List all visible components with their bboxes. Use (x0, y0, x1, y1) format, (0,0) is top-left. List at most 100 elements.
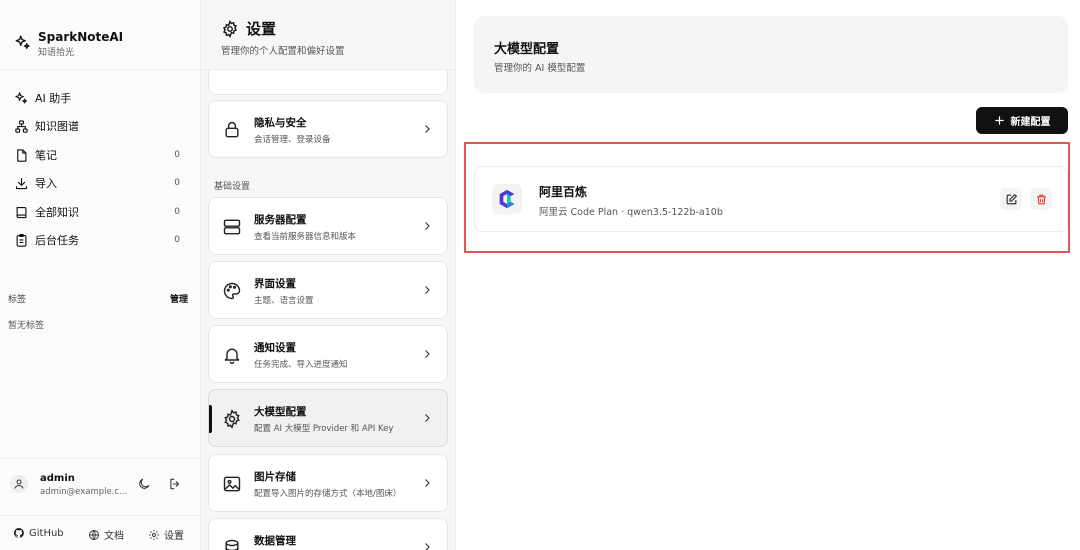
sidebar-item-count: 0 (174, 235, 180, 245)
card-description: 会话管理、登录设备 (254, 135, 331, 145)
new-config-button[interactable]: 新建配置 (976, 107, 1068, 134)
user-name: admin (40, 473, 75, 484)
chevron-right-icon (425, 350, 430, 358)
card-description: 任务完成、导入进度通知 (254, 360, 348, 370)
card-description: 查看当前服务器信息和版本 (254, 232, 357, 242)
sidebar-item-label: AI 助手 (35, 92, 72, 105)
settings-card-image-storage[interactable]: 图片存储 配置导入图片的存储方式（本地/图床） (208, 454, 448, 512)
section-label-basic: 基础设置 (214, 182, 251, 192)
database-icon (225, 539, 239, 550)
sidebar-item-count: 0 (174, 150, 180, 160)
main-content: 大模型配置 管理你的 AI 模型配置 新建配置 阿里百炼 阿里云 Code Pl… (456, 0, 1080, 550)
gear-icon (149, 529, 159, 540)
github-link[interactable]: GitHub (13, 527, 64, 539)
settings-card-server[interactable]: 服务器配置 查看当前服务器信息和版本 (208, 197, 448, 255)
edit-button[interactable] (1000, 188, 1022, 210)
chevron-right-icon (425, 479, 430, 487)
settings-card-notifications[interactable]: 通知设置 任务完成、导入进度通知 (208, 325, 448, 383)
page-header: 大模型配置 管理你的 AI 模型配置 (474, 16, 1068, 93)
sidebar-item-label: 全部知识 (35, 206, 79, 219)
card-title: 界面设置 (254, 278, 296, 290)
user-profile: admin admin@example.c... (0, 458, 200, 510)
tags-empty-text: 暂无标签 (8, 321, 45, 331)
tags-title: 标签 (8, 295, 27, 305)
globe-icon (89, 529, 99, 540)
gear-icon (222, 19, 238, 38)
sidebar-item-ai-assistant[interactable]: AI 助手 (8, 85, 192, 111)
card-description: 配置 AI 大模型 Provider 和 API Key (254, 424, 394, 434)
user-email: admin@example.c... (40, 487, 128, 497)
settings-label: 设置 (164, 531, 184, 542)
brand-title: SparkNoteAI (38, 30, 124, 44)
settings-card-data[interactable]: 数据管理 (208, 518, 448, 550)
moon-icon[interactable] (137, 477, 151, 491)
card-title: 图片存储 (254, 471, 296, 483)
sidebar-item-knowledge-graph[interactable]: 知识图谱 (8, 113, 192, 139)
sidebar-footer: GitHub 文档 设置 (0, 515, 200, 550)
settings-subtitle: 管理你的个人配置和偏好设置 (221, 46, 345, 57)
settings-header: 设置 管理你的个人配置和偏好设置 (201, 0, 455, 70)
trash-icon (1036, 194, 1046, 204)
bell-icon (224, 348, 240, 364)
docs-label: 文档 (104, 531, 124, 542)
provider-logo (492, 184, 522, 214)
sidebar-item-label: 后台任务 (35, 234, 79, 247)
settings-card-interface[interactable]: 界面设置 主题、语言设置 (208, 261, 448, 319)
github-label: GitHub (29, 527, 64, 539)
provider-name: 阿里百炼 (539, 185, 588, 199)
github-icon (13, 527, 24, 538)
user-icon (14, 479, 24, 489)
card-description: 配置导入图片的存储方式（本地/图床） (254, 489, 402, 499)
tags-header: 标签 管理 (8, 292, 188, 305)
plus-icon (994, 116, 1004, 125)
sidebar-item-notes[interactable]: 笔记 0 (8, 142, 192, 168)
provider-description: 阿里云 Code Plan · qwen3.5-122b-a10b (539, 207, 723, 218)
card-title: 数据管理 (254, 535, 296, 547)
chevron-right-icon (425, 543, 430, 550)
card-title: 服务器配置 (254, 214, 307, 226)
logout-icon[interactable] (168, 477, 182, 491)
sidebar-item-label: 笔记 (35, 149, 57, 162)
sparkle-icon (15, 91, 28, 103)
palette-icon (223, 282, 241, 300)
sparkle-icon (15, 35, 30, 49)
page-subtitle: 管理你的 AI 模型配置 (494, 63, 586, 74)
clipboard-list-icon (16, 233, 27, 247)
card-title: 大模型配置 (254, 406, 307, 418)
network-icon (15, 119, 28, 133)
sidebar-item-count: 0 (174, 178, 180, 188)
sidebar-item-label: 知识图谱 (35, 120, 79, 133)
sidebar-item-background-tasks[interactable]: 后台任务 0 (8, 227, 192, 253)
page-title: 大模型配置 (494, 42, 560, 57)
brand[interactable]: SparkNoteAI 知语拾光 (0, 0, 200, 70)
docs-link[interactable]: 文档 (88, 527, 124, 542)
chevron-right-icon (425, 286, 430, 294)
book-icon (16, 206, 27, 218)
card-title: 隐私与安全 (254, 117, 307, 129)
sidebar-item-import[interactable]: 导入 0 (8, 170, 192, 196)
gear-icon (224, 409, 240, 429)
settings-card-llm[interactable]: 大模型配置 配置 AI 大模型 Provider 和 API Key (208, 389, 448, 447)
tags-manage-link[interactable]: 管理 (170, 292, 188, 305)
avatar[interactable] (10, 475, 28, 493)
sidebar-item-all-knowledge[interactable]: 全部知识 0 (8, 199, 192, 225)
card-title: 通知设置 (254, 342, 296, 354)
settings-link[interactable]: 设置 (148, 527, 184, 542)
sidebar: SparkNoteAI 知语拾光 AI 助手 知识图谱 笔记 0 导入 0 全部… (0, 0, 201, 550)
sidebar-item-count: 0 (174, 207, 180, 217)
delete-button[interactable] (1030, 188, 1052, 210)
new-config-label: 新建配置 (1010, 117, 1051, 128)
server-icon (223, 219, 241, 235)
image-icon (223, 476, 241, 492)
chevron-right-icon (425, 125, 430, 133)
provider-card[interactable]: 阿里百炼 阿里云 Code Plan · qwen3.5-122b-a10b (474, 166, 1068, 232)
file-icon (17, 148, 27, 162)
settings-title: 设置 (221, 18, 276, 39)
download-icon (15, 177, 28, 189)
settings-panel: 设置 管理你的个人配置和偏好设置 隐私与安全 会话管理、登录设备 基础设置 服务… (201, 0, 456, 550)
settings-card-privacy[interactable]: 隐私与安全 会话管理、登录设备 (208, 100, 448, 158)
chevron-right-icon (425, 222, 430, 230)
sidebar-item-label: 导入 (35, 177, 57, 190)
app: SparkNoteAI 知语拾光 AI 助手 知识图谱 笔记 0 导入 0 全部… (0, 0, 1080, 550)
brand-subtitle: 知语拾光 (38, 48, 75, 58)
